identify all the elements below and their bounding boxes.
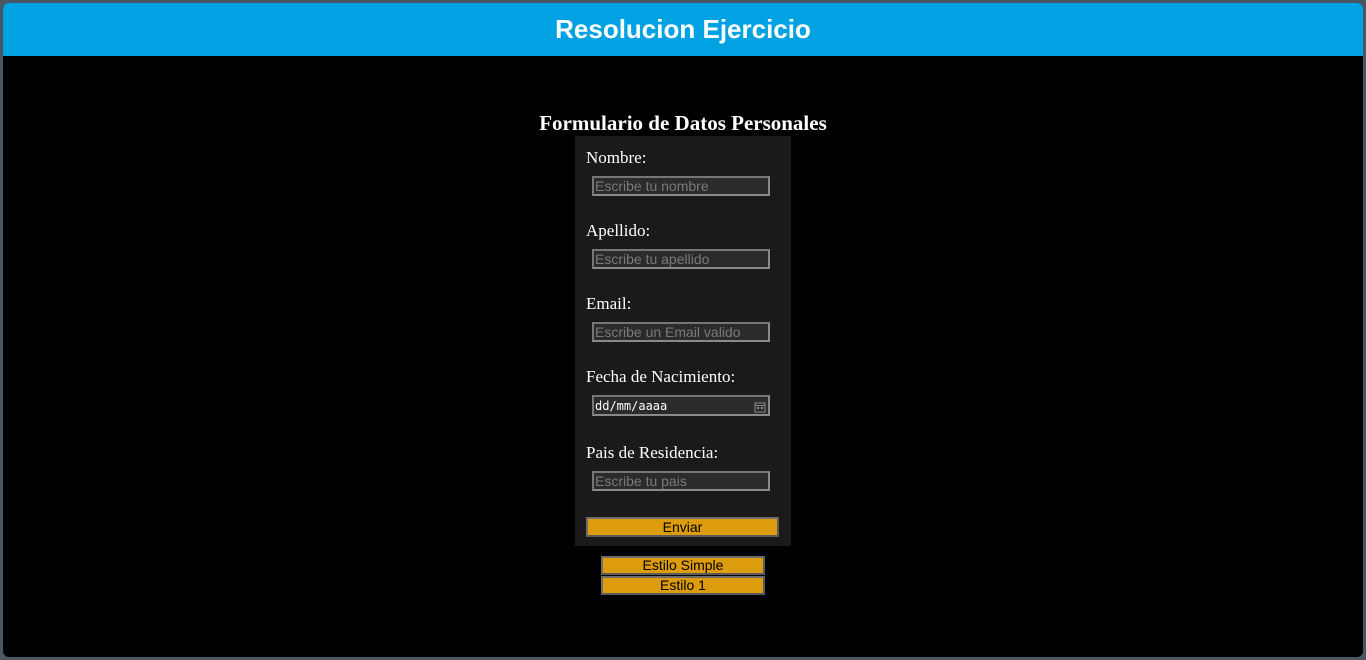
personal-data-form: Nombre: Apellido: Email: Fecha de Nacimi… (575, 136, 791, 546)
nombre-label: Nombre: (586, 148, 647, 167)
apellido-input[interactable] (592, 249, 770, 269)
estilo-simple-button[interactable]: Estilo Simple (601, 556, 765, 575)
email-input[interactable] (592, 322, 770, 342)
date-value: dd/mm/aaaa (595, 398, 668, 413)
form-title: Formulario de Datos Personales (539, 111, 827, 135)
apellido-label: Apellido: (586, 221, 651, 240)
page-title: Resolucion Ejercicio (555, 14, 811, 44)
page-header: Resolucion Ejercicio (3, 3, 1363, 56)
fecha-nacimiento-label: Fecha de Nacimiento: (586, 367, 736, 386)
app-window: Resolucion Ejercicio Formulario de Datos… (3, 3, 1363, 657)
estilo-1-button[interactable]: Estilo 1 (601, 576, 765, 595)
pais-input[interactable] (592, 471, 770, 491)
nombre-input[interactable] (592, 176, 770, 196)
pais-residencia-label: Pais de Residencia: (586, 443, 719, 462)
enviar-button[interactable]: Enviar (586, 517, 779, 537)
email-label: Email: (586, 294, 632, 313)
fecha-nacimiento-input[interactable]: dd/mm/aaaa (592, 395, 770, 416)
calendar-icon[interactable] (754, 400, 766, 412)
